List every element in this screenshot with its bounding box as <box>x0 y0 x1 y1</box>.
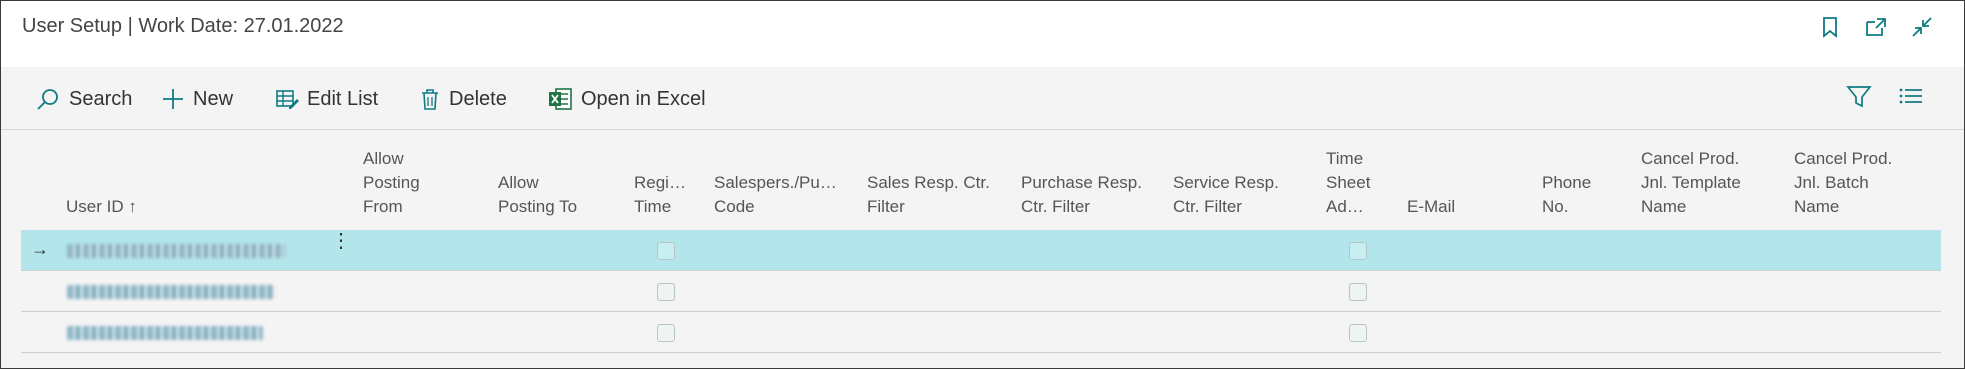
plus-icon <box>163 89 183 109</box>
column-header-register-time[interactable]: Regi… Time <box>634 171 689 219</box>
new-label: New <box>193 87 234 110</box>
column-header-user-id[interactable]: User ID ↑ <box>66 195 137 219</box>
column-header-allow-posting-from[interactable]: Allow Posting From <box>363 147 443 219</box>
edit-list-icon <box>276 90 299 109</box>
trash-icon <box>422 89 438 110</box>
row-actions-menu-icon[interactable]: ⋮ <box>331 231 351 251</box>
filter-icon[interactable] <box>1846 84 1872 110</box>
search-icon <box>37 89 58 110</box>
title-icons <box>1816 13 1936 41</box>
title-bar: User Setup | Work Date: 27.01.2022 <box>1 1 1964 67</box>
new-button[interactable]: New <box>161 84 233 114</box>
open-new-window-icon[interactable] <box>1862 13 1890 41</box>
current-row-arrow-icon: → <box>31 239 49 259</box>
time-sheet-admin-checkbox[interactable] <box>1349 324 1367 342</box>
search-button[interactable]: Search <box>35 84 132 114</box>
column-header-cancel-prod-jnl-batch-name[interactable]: Cancel Prod. Jnl. Batch Name <box>1794 147 1909 219</box>
column-header-cancel-prod-jnl-template-name[interactable]: Cancel Prod. Jnl. Template Name <box>1641 147 1756 219</box>
view-icons <box>1846 84 1924 110</box>
register-time-checkbox[interactable] <box>657 283 675 301</box>
user-id-cell-redacted[interactable] <box>67 285 274 299</box>
delete-button[interactable]: Delete <box>419 84 507 114</box>
table-row[interactable] <box>21 271 1941 312</box>
user-setup-window: User Setup | Work Date: 27.01.2022 Searc… <box>0 0 1965 369</box>
delete-label: Delete <box>449 87 507 110</box>
time-sheet-admin-checkbox[interactable] <box>1349 242 1367 260</box>
edit-list-label: Edit List <box>307 87 379 110</box>
table-row[interactable]: → ⋮ <box>21 230 1941 271</box>
time-sheet-admin-checkbox[interactable] <box>1349 283 1367 301</box>
column-header-time-sheet-admin[interactable]: Time Sheet Ad… <box>1326 147 1376 219</box>
user-id-cell-redacted[interactable] <box>67 244 285 258</box>
column-header-email[interactable]: E-Mail <box>1407 195 1455 219</box>
table-row[interactable] <box>21 312 1941 353</box>
search-label: Search <box>69 87 133 110</box>
column-header-phone-no[interactable]: Phone No. <box>1542 171 1602 219</box>
register-time-checkbox[interactable] <box>657 242 675 260</box>
collapse-icon[interactable] <box>1908 13 1936 41</box>
excel-icon <box>549 88 572 110</box>
list-page-body: Search New Edit List Delete Open in Exce… <box>1 67 1964 368</box>
user-id-cell-redacted[interactable] <box>67 326 263 340</box>
page-title: User Setup | Work Date: 27.01.2022 <box>22 15 344 37</box>
column-header-sales-resp-ctr-filter[interactable]: Sales Resp. Ctr. Filter <box>867 171 992 219</box>
register-time-checkbox[interactable] <box>657 324 675 342</box>
column-header-allow-posting-to[interactable]: Allow Posting To <box>498 171 588 219</box>
edit-list-button[interactable]: Edit List <box>275 84 378 114</box>
column-header-service-resp-ctr-filter[interactable]: Service Resp. Ctr. Filter <box>1173 171 1288 219</box>
action-bar: Search New Edit List Delete Open in Exce… <box>1 67 1964 130</box>
bookmark-icon[interactable] <box>1816 13 1844 41</box>
list-view-icon[interactable] <box>1898 84 1924 110</box>
column-header-salesperson-code[interactable]: Salespers./Pu… Code <box>714 171 844 219</box>
open-in-excel-label: Open in Excel <box>581 87 706 110</box>
open-in-excel-button[interactable]: Open in Excel <box>547 84 706 114</box>
column-header-purchase-resp-ctr-filter[interactable]: Purchase Resp. Ctr. Filter <box>1021 171 1151 219</box>
